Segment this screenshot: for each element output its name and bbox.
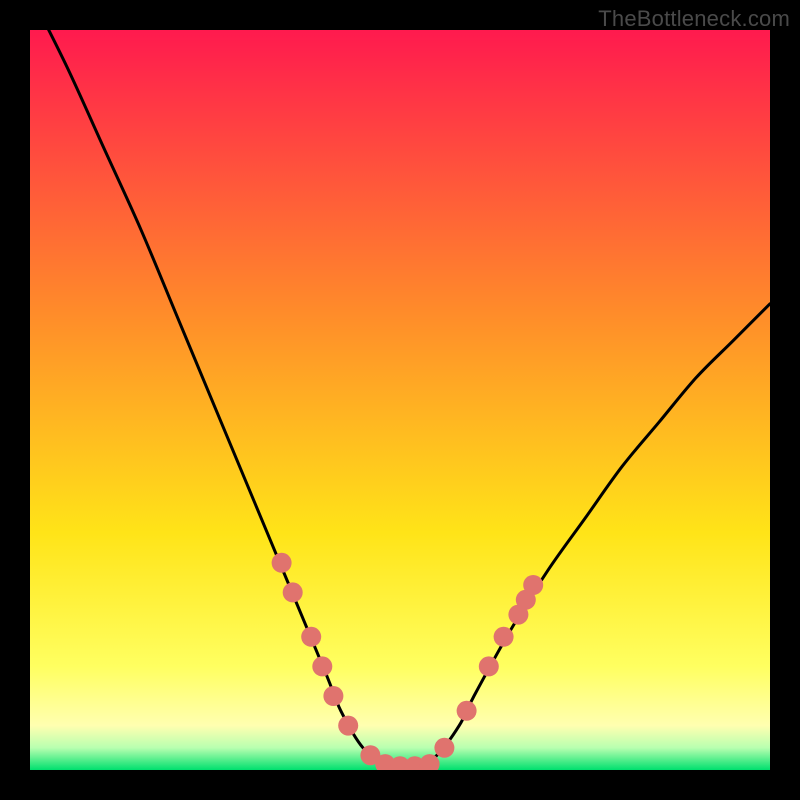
highlight-dot [523,575,543,595]
plot-area [30,30,770,770]
watermark-text: TheBottleneck.com [598,6,790,32]
highlight-dot [272,553,292,573]
highlight-dot [479,656,499,676]
figure-frame: TheBottleneck.com [0,0,800,800]
highlight-dot [301,627,321,647]
bottleneck-chart [30,30,770,770]
highlight-dot [494,627,514,647]
gradient-background [30,30,770,770]
highlight-dot [338,716,358,736]
highlight-dot [323,686,343,706]
highlight-dot [312,656,332,676]
highlight-dot [283,582,303,602]
highlight-dot [457,701,477,721]
highlight-dot [434,738,454,758]
